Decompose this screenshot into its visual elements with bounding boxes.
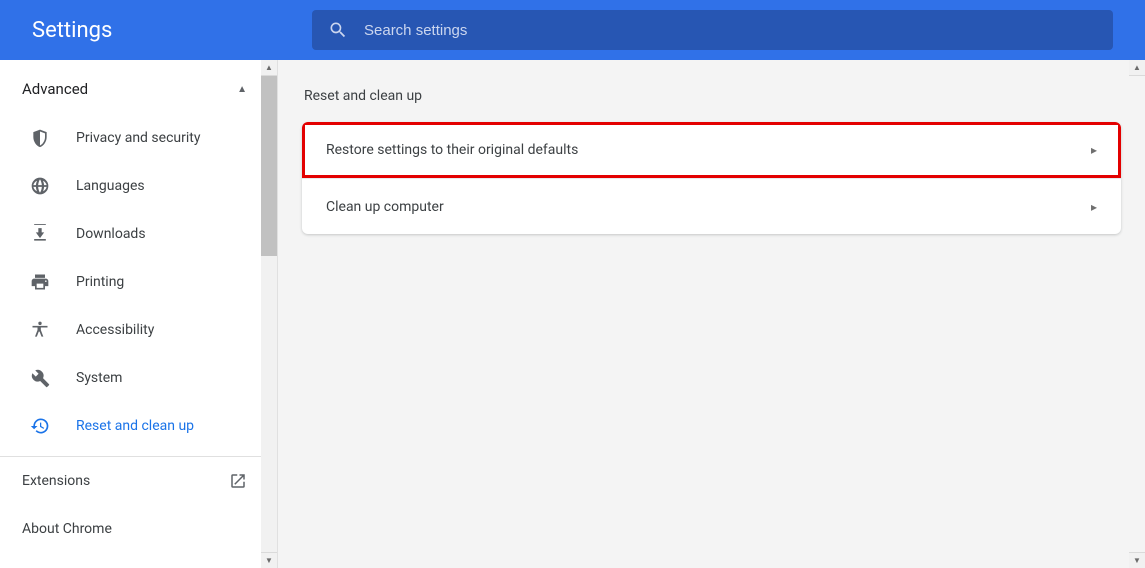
open-in-new-icon (229, 472, 247, 490)
main-content: ▲ ▼ Reset and clean up Restore settings … (278, 60, 1145, 568)
sidebar-link-label: Extensions (22, 473, 90, 489)
sidebar-item-label: Reset and clean up (76, 418, 194, 434)
sidebar-item-label: Printing (76, 274, 124, 290)
chevron-up-icon: ▲ (237, 84, 247, 95)
main-scroll-up[interactable]: ▲ (1129, 60, 1145, 76)
body: ▲ ▼ Advanced ▲ Privacy and security Lang… (0, 60, 1145, 568)
restore-icon (30, 416, 50, 436)
globe-icon (30, 176, 50, 196)
sidebar-link-extensions[interactable]: Extensions (0, 457, 277, 505)
sidebar-scroll-up[interactable]: ▲ (261, 60, 277, 76)
main-inner: Reset and clean up Restore settings to t… (302, 88, 1121, 234)
row-clean-up-computer[interactable]: Clean up computer ▸ (302, 178, 1121, 234)
sidebar-item-languages[interactable]: Languages (0, 162, 277, 210)
header: Settings (0, 0, 1145, 60)
accessibility-icon (30, 320, 50, 340)
chevron-right-icon: ▸ (1091, 200, 1097, 214)
sidebar: ▲ ▼ Advanced ▲ Privacy and security Lang… (0, 60, 278, 568)
settings-card: Restore settings to their original defau… (302, 122, 1121, 234)
search-bar[interactable] (312, 10, 1113, 50)
sidebar-item-printing[interactable]: Printing (0, 258, 277, 306)
search-input[interactable] (364, 22, 1097, 39)
download-icon (30, 224, 50, 244)
sidebar-item-accessibility[interactable]: Accessibility (0, 306, 277, 354)
sidebar-section-label: Advanced (22, 80, 88, 98)
sidebar-item-system[interactable]: System (0, 354, 277, 402)
row-restore-defaults[interactable]: Restore settings to their original defau… (302, 122, 1121, 178)
main-scroll-down[interactable]: ▼ (1129, 552, 1145, 568)
search-icon (328, 20, 348, 40)
printer-icon (30, 272, 50, 292)
section-title: Reset and clean up (302, 88, 1121, 104)
page-title: Settings (32, 18, 312, 43)
sidebar-item-label: Accessibility (76, 322, 154, 338)
sidebar-item-label: Downloads (76, 226, 146, 242)
sidebar-link-label: About Chrome (22, 521, 112, 537)
row-label: Clean up computer (326, 199, 444, 215)
sidebar-item-downloads[interactable]: Downloads (0, 210, 277, 258)
shield-icon (30, 128, 50, 148)
row-label: Restore settings to their original defau… (326, 142, 578, 158)
sidebar-item-label: System (76, 370, 122, 386)
sidebar-item-label: Languages (76, 178, 145, 194)
wrench-icon (30, 368, 50, 388)
sidebar-item-privacy-security[interactable]: Privacy and security (0, 114, 277, 162)
sidebar-item-label: Privacy and security (76, 130, 200, 146)
sidebar-scrollbar-thumb[interactable] (261, 76, 277, 256)
sidebar-link-about-chrome[interactable]: About Chrome (0, 505, 277, 553)
sidebar-item-reset-clean-up[interactable]: Reset and clean up (0, 402, 277, 450)
sidebar-section-advanced[interactable]: Advanced ▲ (0, 64, 277, 114)
chevron-right-icon: ▸ (1091, 143, 1097, 157)
sidebar-scroll-down[interactable]: ▼ (261, 552, 277, 568)
